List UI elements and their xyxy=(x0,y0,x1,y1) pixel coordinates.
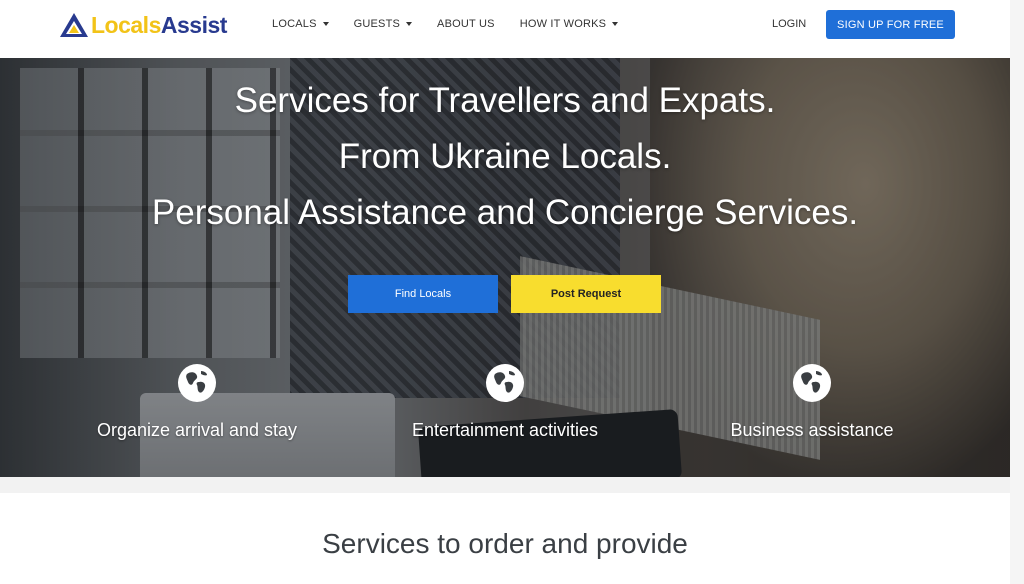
logo-triangle-icon xyxy=(60,13,88,37)
logo-text-locals: Locals xyxy=(91,12,161,38)
nav-item-label: LOCALS xyxy=(272,18,317,30)
main-nav: LOCALS GUESTS ABOUT US HOW IT WORKS xyxy=(272,0,643,48)
feature-arrival: Organize arrival and stay xyxy=(47,363,347,441)
nav-item-label: ABOUT US xyxy=(437,18,495,30)
section-title: Services to order and provide xyxy=(322,528,688,559)
hero-title-line: From Ukraine Locals. xyxy=(338,137,672,176)
caret-down-icon xyxy=(322,22,329,26)
nav-item-label: GUESTS xyxy=(353,18,401,30)
logo[interactable]: LocalsAssist xyxy=(59,11,227,39)
feature-business: Business assistance xyxy=(662,363,962,441)
globe-icon xyxy=(178,364,216,402)
globe-icon xyxy=(793,364,831,402)
logo-text: LocalsAssist xyxy=(91,11,227,39)
caret-down-icon xyxy=(612,22,619,26)
hero-section: Services for Travellers and Expats. From… xyxy=(0,58,1010,477)
nav-item-label: HOW IT WORKS xyxy=(519,18,607,30)
feature-label: Business assistance xyxy=(730,420,894,440)
section-divider xyxy=(0,477,1010,493)
hero-title-line: Personal Assistance and Concierge Servic… xyxy=(151,193,859,232)
login-link[interactable]: LOGIN xyxy=(772,18,806,30)
feature-entertainment: Entertainment activities xyxy=(355,363,655,441)
page-scrollbar[interactable] xyxy=(1010,0,1024,584)
nav-item-how-it-works[interactable]: HOW IT WORKS xyxy=(520,18,619,30)
post-request-button[interactable]: Post Request xyxy=(511,275,661,313)
globe-icon xyxy=(486,364,524,402)
site-header: LocalsAssist LOCALS GUESTS ABOUT US HOW … xyxy=(0,0,1010,58)
hero-title-line: Services for Travellers and Expats. xyxy=(234,81,776,120)
find-locals-button[interactable]: Find Locals xyxy=(348,275,498,313)
nav-item-guests[interactable]: GUESTS xyxy=(353,18,413,30)
feature-label: Organize arrival and stay xyxy=(96,420,298,440)
signup-button[interactable]: SIGN UP FOR FREE xyxy=(826,10,955,39)
feature-label: Entertainment activities xyxy=(411,420,599,440)
nav-item-locals[interactable]: LOCALS xyxy=(272,18,329,30)
caret-down-icon xyxy=(406,22,413,26)
logo-text-assist: Assist xyxy=(160,12,228,38)
nav-item-about-us[interactable]: ABOUT US xyxy=(437,18,495,30)
